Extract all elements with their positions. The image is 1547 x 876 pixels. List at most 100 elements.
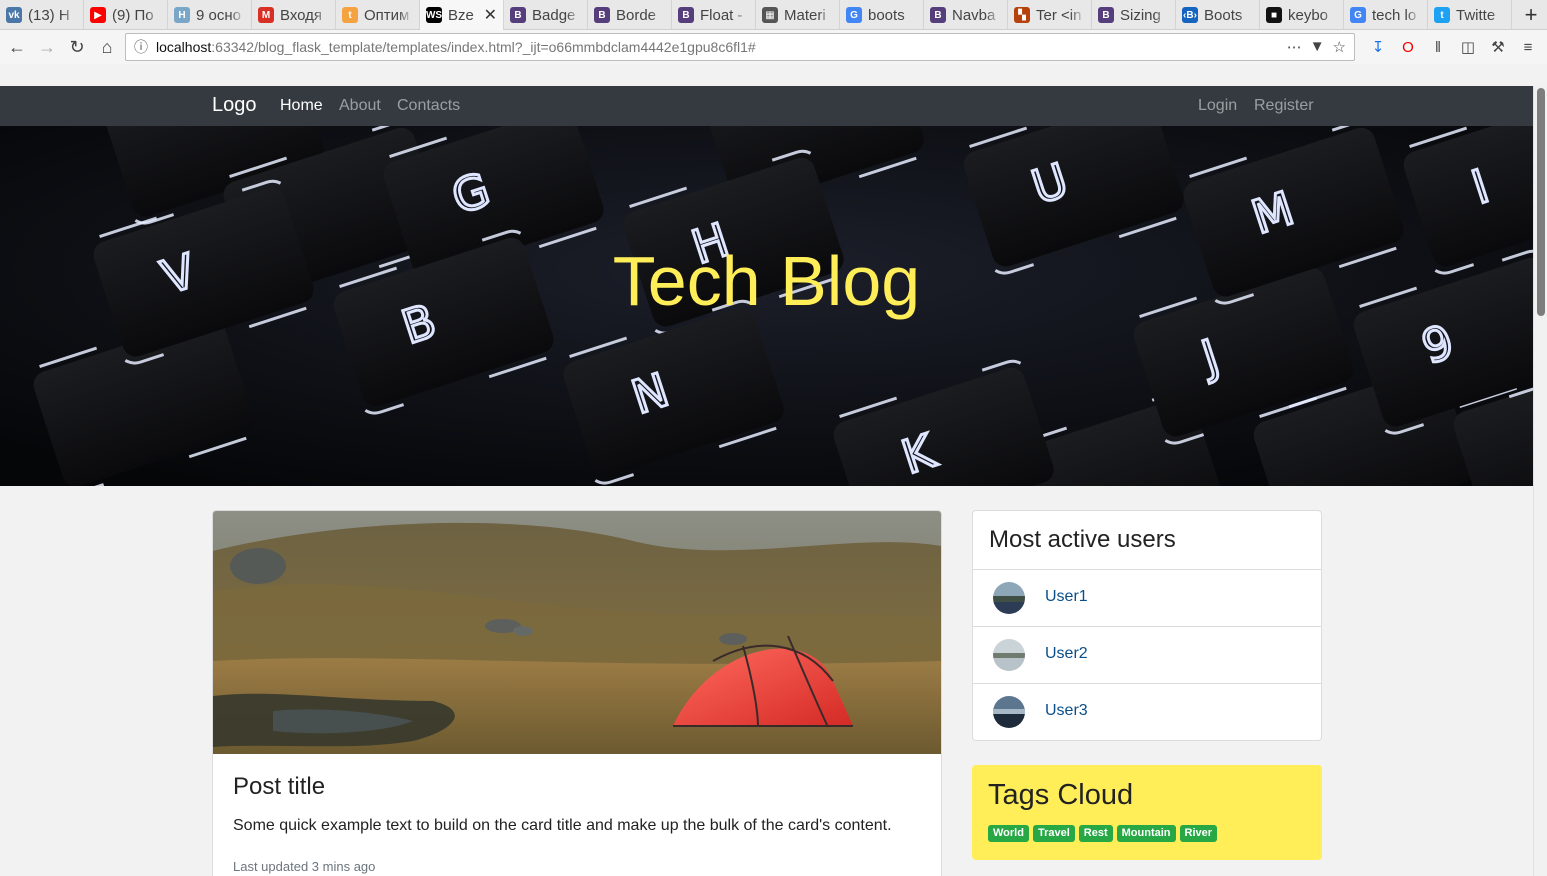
tag-badge[interactable]: Rest [1078, 825, 1113, 842]
back-icon[interactable]: ← [2, 32, 32, 62]
post-card: Post title Some quick example text to bu… [212, 510, 942, 876]
user-link[interactable]: User3 [1045, 702, 1088, 720]
tag-badge[interactable]: Mountain [1116, 825, 1176, 842]
new-tab-button[interactable]: + [1515, 0, 1547, 29]
user-link[interactable]: User2 [1045, 645, 1088, 663]
browser-tab[interactable]: M Входя [252, 0, 336, 30]
url-host: localhost [156, 39, 212, 55]
orange-circle-icon: t [342, 7, 358, 23]
browser-tab[interactable]: B Navba [924, 0, 1008, 30]
tab-title: Входя [280, 6, 323, 24]
tab-title: Twitte [1456, 6, 1496, 24]
tab-title: Boots [1204, 6, 1243, 24]
user-row[interactable]: User1 [973, 570, 1321, 627]
post-text: Some quick example text to build on the … [233, 817, 892, 834]
nav-login[interactable]: Login [1198, 97, 1237, 115]
tab-title: Navba [952, 6, 996, 24]
reload-icon[interactable]: ↻ [62, 32, 92, 62]
browser-tab[interactable]: t Twitte [1428, 0, 1512, 30]
browser-tab[interactable]: t Оптим [336, 0, 420, 30]
tab-title: Materi [784, 6, 826, 24]
browser-tab[interactable]: B Badge [504, 0, 588, 30]
avatar[interactable] [993, 696, 1025, 728]
users-heading: Most active users [973, 511, 1321, 570]
nav-about[interactable]: About [339, 97, 381, 115]
post-title[interactable]: Post title [233, 773, 325, 801]
google-icon: G [1350, 7, 1366, 23]
browser-tab[interactable]: Gboots [840, 0, 924, 30]
brand-logo[interactable]: Logo [212, 94, 257, 117]
browser-tab-bar: vk (13) Н ▶ (9) По H 9 осно M Входя t Оптим WS Bze ✕… [0, 0, 1547, 30]
tab-title: boots [868, 6, 905, 24]
opera-icon[interactable]: O [1395, 32, 1421, 62]
download-icon[interactable]: ↧ [1365, 32, 1391, 62]
close-tab-icon[interactable]: ✕ [484, 5, 497, 25]
tab-title: Sizing [1120, 6, 1161, 24]
bootstrap-icon: B [678, 7, 694, 23]
url-path: :63342/blog_flask_template/templates/ind… [211, 39, 756, 55]
post-meta: Last updated 3 mins ago [233, 859, 376, 874]
sidebar-icon[interactable]: ◫ [1455, 32, 1481, 62]
page-scrollbar[interactable] [1533, 86, 1547, 876]
post-image [213, 511, 941, 754]
tab-title: Badge [532, 6, 576, 24]
browser-tab[interactable]: vk (13) Н [0, 0, 84, 30]
nav-contacts[interactable]: Contacts [397, 97, 460, 115]
url-bar[interactable]: ⓘ localhost:63342/blog_flask_template/te… [125, 33, 1355, 61]
wrench-icon[interactable]: ⚒ [1485, 32, 1511, 62]
browser-tab[interactable]: ▚ Ter <in [1008, 0, 1092, 30]
nav-home[interactable]: Home [280, 97, 323, 115]
home-icon[interactable]: ⌂ [92, 32, 122, 62]
google-icon: G [846, 7, 862, 23]
bootstrap-icon: B [594, 7, 610, 23]
browser-tab[interactable]: WS Bze ✕ [420, 0, 504, 30]
page-viewport: Logo Home About Contacts Login Register … [0, 86, 1533, 876]
tag-badge[interactable]: River [1179, 825, 1218, 842]
avatar[interactable] [993, 639, 1025, 671]
tag-badge[interactable]: World [988, 825, 1029, 842]
user-row[interactable]: User3 [973, 684, 1321, 741]
user-link[interactable]: User1 [1045, 588, 1088, 606]
hero-banner: GHUVBNJKMI9 Tech Blog [0, 126, 1533, 486]
browser-toolbar: ← → ↻ ⌂ ⓘ localhost:63342/blog_flask_tem… [0, 30, 1547, 64]
forward-icon[interactable]: → [32, 32, 62, 62]
bookmark-star-icon[interactable]: ☆ [1333, 38, 1346, 56]
colored-squares-icon: ▚ [1014, 7, 1030, 23]
tab-title: (13) Н [28, 6, 70, 24]
tab-title: (9) По [112, 6, 154, 24]
browser-tab[interactable]: ▦ Materi [756, 0, 840, 30]
most-active-users-card: Most active users User1 User2 User3 [972, 510, 1322, 741]
tag-list: World Travel Rest Mountain River [988, 825, 1218, 842]
user-row[interactable]: User2 [973, 627, 1321, 684]
browser-tab[interactable]: Gtech lo [1344, 0, 1428, 30]
twitter-icon: t [1434, 7, 1450, 23]
browser-tab[interactable]: ‹B› Boots [1176, 0, 1260, 30]
browser-tab[interactable]: H 9 осно [168, 0, 252, 30]
browser-tab[interactable]: B Float - [672, 0, 756, 30]
pocket-icon[interactable]: ▼ [1310, 38, 1325, 56]
h-icon: H [174, 7, 190, 23]
page-actions-icon[interactable]: ⋯ [1287, 38, 1302, 56]
browser-tab[interactable]: B Sizing [1092, 0, 1176, 30]
tab-title: Bze [448, 6, 474, 24]
tags-heading: Tags Cloud [988, 779, 1134, 811]
site-navbar: Logo Home About Contacts Login Register [0, 86, 1533, 126]
scrollbar-thumb[interactable] [1537, 88, 1545, 316]
browser-tab[interactable]: ▶ (9) По [84, 0, 168, 30]
browser-tab[interactable]: B Borde [588, 0, 672, 30]
tab-title: tech lo [1372, 6, 1417, 24]
avatar[interactable] [993, 582, 1025, 614]
info-icon[interactable]: ⓘ [126, 37, 156, 57]
tab-title: Borde [616, 6, 657, 24]
tab-title: Оптим [364, 6, 410, 24]
library-icon[interactable]: ‖ [1425, 32, 1451, 62]
gmail-icon: M [258, 7, 274, 23]
tent-landscape-image [213, 511, 941, 754]
menu-icon[interactable]: ≡ [1515, 32, 1541, 62]
bootstrap-icon: B [930, 7, 946, 23]
nav-register[interactable]: Register [1254, 97, 1314, 115]
tags-cloud-card: Tags Cloud World Travel Rest Mountain Ri… [972, 765, 1322, 860]
tag-badge[interactable]: Travel [1032, 825, 1075, 842]
browser-tab[interactable]: ■ keybo [1260, 0, 1344, 30]
vk-icon: vk [6, 7, 22, 23]
